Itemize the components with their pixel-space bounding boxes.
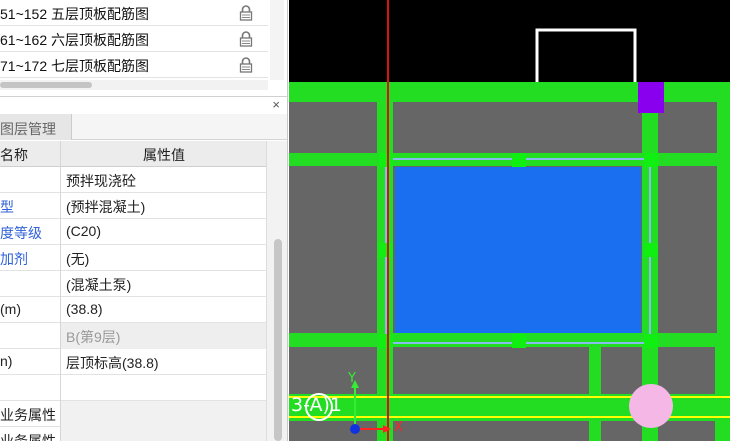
beam-joint[interactable]: [379, 243, 393, 257]
beam-joint[interactable]: [379, 334, 393, 348]
lock-icon[interactable]: [239, 57, 253, 73]
property-row[interactable]: 度等级 (C20): [0, 219, 266, 245]
property-row[interactable]: (混凝土泵): [0, 271, 266, 297]
axis-label: 3-A)1: [291, 394, 343, 416]
drawing-list: 51~152 五层顶板配筋图 61~162 六层顶板配筋图 71~172 七层顶…: [0, 0, 287, 96]
ucs-origin: [350, 424, 360, 434]
tab-layer-management[interactable]: 图层管理: [0, 114, 72, 140]
property-row[interactable]: 型 (预拌混凝土): [0, 193, 266, 219]
property-value[interactable]: (38.8): [66, 301, 103, 317]
drawing-list-item[interactable]: 71~172 七层顶板配筋图: [0, 52, 268, 78]
property-value: B(第9层): [66, 329, 121, 345]
column-header-value[interactable]: 属性值: [62, 145, 266, 165]
column-divider[interactable]: [60, 141, 61, 441]
column-header-name[interactable]: 名称: [0, 145, 60, 165]
property-value[interactable]: 层顶标高(38.8): [66, 353, 159, 373]
tab-label: 图层管理: [0, 121, 56, 137]
property-grid: 名称 属性值 预拌现浇砼 型 (预拌混凝土) 度等级 (C20) 加剂 (无) …: [0, 141, 266, 441]
lock-icon[interactable]: [239, 31, 253, 47]
ucs-y-label: Y: [348, 371, 356, 386]
vertical-scrollbar[interactable]: [270, 0, 284, 80]
scrollbar-thumb[interactable]: [274, 239, 282, 441]
property-name[interactable]: 型: [0, 197, 60, 217]
property-name: (m): [0, 301, 21, 317]
property-name[interactable]: 加剂: [0, 249, 60, 269]
property-vertical-scrollbar[interactable]: [266, 141, 287, 441]
property-row[interactable]: n) 层顶标高(38.8): [0, 349, 266, 375]
pink-marker[interactable]: [629, 384, 673, 428]
property-group-row[interactable]: 业务属性: [0, 427, 266, 441]
beam[interactable]: [289, 333, 730, 347]
property-row: B(第9层): [0, 323, 266, 349]
close-icon[interactable]: ×: [272, 97, 280, 113]
property-group-name: 业务属性: [0, 407, 56, 423]
property-row[interactable]: 加剂 (无): [0, 245, 266, 271]
property-value[interactable]: (C20): [66, 223, 101, 239]
beam-joint[interactable]: [379, 153, 393, 167]
drawing-list-item[interactable]: 61~162 六层顶板配筋图: [0, 26, 268, 52]
column[interactable]: [638, 82, 664, 113]
property-row[interactable]: (m) (38.8): [0, 297, 266, 323]
beam-joint[interactable]: [512, 153, 526, 167]
beam-joint[interactable]: [644, 153, 658, 167]
property-row[interactable]: 预拌现浇砼: [0, 167, 266, 193]
property-group-row[interactable]: 业务属性: [0, 401, 266, 427]
drawing-label: 61~162 六层顶板配筋图: [0, 32, 149, 48]
drawing-canvas[interactable]: 3-A)1 Y X: [289, 0, 730, 441]
drawing-label: 71~172 七层顶板配筋图: [0, 58, 149, 74]
property-row[interactable]: [0, 375, 266, 401]
property-tab-bar: 图层管理: [0, 114, 287, 140]
lock-icon[interactable]: [239, 5, 253, 21]
beam[interactable]: [589, 347, 601, 441]
drawing-list-item[interactable]: 51~152 五层顶板配筋图: [0, 0, 268, 26]
beam-joint[interactable]: [644, 243, 658, 257]
property-value[interactable]: 预拌现浇砼: [66, 171, 136, 191]
property-name: n): [0, 353, 13, 369]
property-name[interactable]: 度等级: [0, 223, 60, 243]
beam-joint[interactable]: [512, 334, 526, 348]
property-value[interactable]: (预拌混凝土): [66, 197, 145, 217]
scrollbar-thumb[interactable]: [0, 82, 92, 88]
left-panel: 51~152 五层顶板配筋图 61~162 六层顶板配筋图 71~172 七层顶…: [0, 0, 288, 441]
beam[interactable]: [715, 347, 728, 441]
beam-joint[interactable]: [644, 334, 658, 348]
selected-slab[interactable]: [395, 167, 641, 333]
drawing-label: 51~152 五层顶板配筋图: [0, 6, 149, 22]
property-panel-header: ×: [0, 96, 287, 113]
horizontal-scrollbar[interactable]: [0, 80, 268, 90]
property-value[interactable]: (无): [66, 249, 89, 269]
property-grid-header: 名称 属性值: [0, 141, 266, 167]
opening-outline[interactable]: [535, 28, 637, 86]
property-group-name: 业务属性: [0, 433, 56, 441]
ucs-x-label: X: [394, 420, 403, 435]
property-value[interactable]: (混凝土泵): [66, 275, 131, 295]
